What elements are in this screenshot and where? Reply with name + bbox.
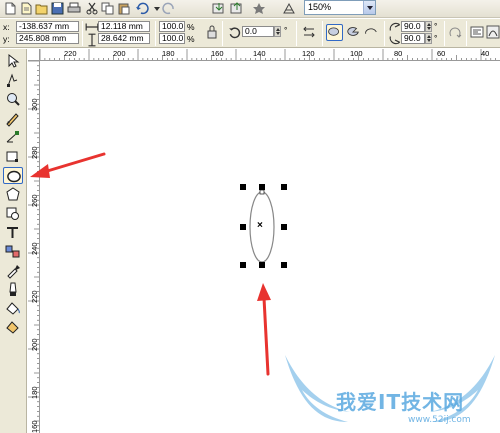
watermark-url: www.52ij.com xyxy=(408,415,471,425)
arrow-to-ellipse-tool-icon xyxy=(30,152,106,178)
watermark-text: 我爱IT技术网 xyxy=(336,390,465,414)
arrow-to-ellipse-icon xyxy=(257,283,271,376)
